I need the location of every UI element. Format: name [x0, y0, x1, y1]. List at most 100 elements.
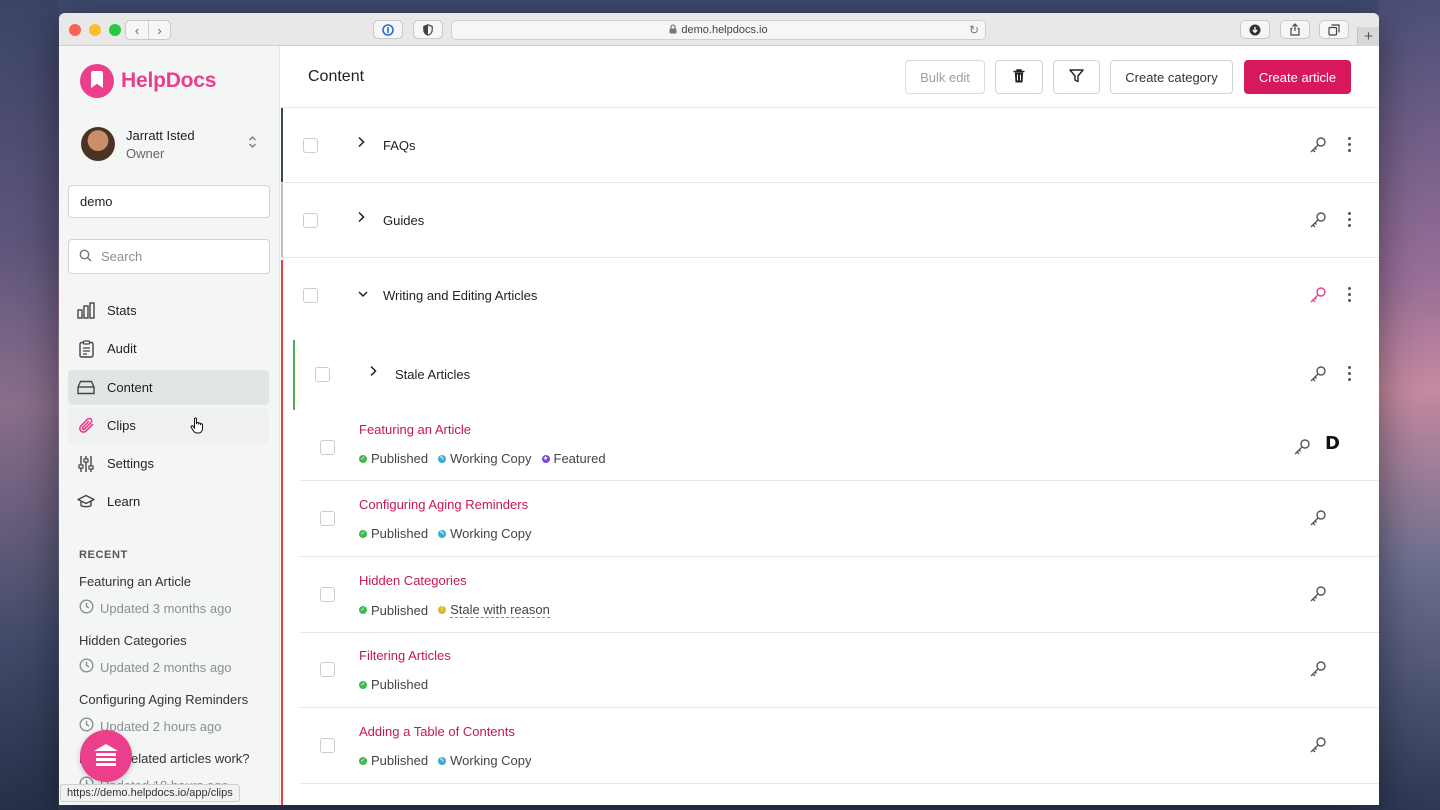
- chevron-right-icon[interactable]: [357, 211, 365, 226]
- key-icon[interactable]: [1309, 286, 1327, 304]
- key-icon[interactable]: [1309, 660, 1327, 678]
- delete-button[interactable]: [995, 60, 1043, 94]
- password-extension-icon[interactable]: [373, 20, 403, 39]
- reload-icon[interactable]: ↻: [969, 23, 979, 37]
- sidebar-item-clips[interactable]: Clips: [68, 407, 269, 443]
- article-row[interactable]: Filtering Articles ✓ Published: [300, 633, 1379, 708]
- address-bar[interactable]: demo.helpdocs.io ↻: [451, 20, 986, 40]
- help-widget-button[interactable]: [80, 730, 132, 782]
- key-icon[interactable]: [1309, 365, 1327, 383]
- article-title[interactable]: Filtering Articles: [359, 648, 451, 663]
- more-vertical-icon[interactable]: [1348, 366, 1352, 384]
- more-vertical-icon[interactable]: [1348, 137, 1352, 155]
- status-badge: ✓ Published: [359, 526, 428, 541]
- privacy-shield-icon[interactable]: [413, 20, 443, 39]
- chevron-down-icon[interactable]: [357, 286, 369, 301]
- row-checkbox[interactable]: [320, 662, 335, 677]
- article-row[interactable]: Adding a Table of Contents ✓ Published ✎ W…: [300, 708, 1379, 784]
- row-checkbox[interactable]: [303, 213, 318, 228]
- sidebar-item-label: Clips: [107, 417, 136, 433]
- category-row[interactable]: FAQs: [281, 108, 1379, 183]
- badge-label: Working Copy: [450, 451, 532, 466]
- subcategory-row[interactable]: Stale Articles: [293, 340, 1379, 410]
- sidebar-item-settings[interactable]: Settings: [68, 446, 269, 481]
- article-title[interactable]: Adding a Table of Contents: [359, 724, 515, 739]
- recent-item-time: Updated 3 months ago: [100, 600, 232, 616]
- sliders-icon: [77, 455, 95, 473]
- row-checkbox[interactable]: [320, 738, 335, 753]
- bulk-edit-button[interactable]: Bulk edit: [905, 60, 985, 94]
- row-checkbox[interactable]: [320, 440, 335, 455]
- forward-button[interactable]: ›: [148, 21, 170, 39]
- user-switcher[interactable]: Jarratt Isted Owner: [81, 126, 257, 162]
- category-row[interactable]: Guides: [281, 183, 1379, 258]
- key-icon[interactable]: [1309, 509, 1327, 527]
- knowledge-base-selector[interactable]: demo: [68, 185, 270, 218]
- badge-label: Published: [371, 602, 429, 618]
- category-color-bar: [293, 340, 295, 410]
- article-badges: ✓ Published ✎ Working Copy: [359, 753, 532, 768]
- zoom-window-button[interactable]: [109, 24, 121, 36]
- close-window-button[interactable]: [69, 24, 81, 36]
- new-tab-button[interactable]: +: [1357, 27, 1379, 46]
- chevron-right-icon[interactable]: [357, 136, 365, 151]
- badge-label[interactable]: Stale with reason: [450, 602, 550, 618]
- search-input[interactable]: Search: [68, 239, 270, 274]
- key-icon[interactable]: [1309, 136, 1327, 154]
- article-title[interactable]: Configuring Aging Reminders: [359, 497, 528, 512]
- category-label[interactable]: Guides: [383, 213, 424, 228]
- article-row[interactable]: Featuring an Article ✓ Published ✎ Working…: [300, 415, 1379, 481]
- key-icon[interactable]: [1309, 736, 1327, 754]
- more-vertical-icon[interactable]: [1348, 212, 1352, 230]
- category-label[interactable]: Writing and Editing Articles: [383, 288, 537, 303]
- category-row[interactable]: Writing and Editing Articles: [281, 258, 1379, 333]
- row-checkbox[interactable]: [303, 138, 318, 153]
- sidebar-item-learn[interactable]: Learn: [68, 484, 269, 519]
- row-checkbox[interactable]: [315, 367, 330, 382]
- recent-item-title: Hidden Categories: [79, 633, 187, 648]
- desktop-wallpaper-left: [0, 0, 58, 810]
- recent-item[interactable]: Featuring an Article Updated 3 months ag…: [79, 574, 269, 633]
- pencil-circle-icon: ✎: [438, 454, 447, 463]
- category-label[interactable]: Stale Articles: [395, 367, 470, 382]
- chevron-right-icon[interactable]: [369, 365, 377, 380]
- recent-item-time: Updated 2 hours ago: [100, 718, 222, 734]
- check-circle-icon: ✓: [359, 606, 367, 614]
- article-title[interactable]: Featuring an Article: [359, 422, 471, 437]
- recent-heading: RECENT: [79, 549, 128, 561]
- sidebar-item-content[interactable]: Content: [68, 369, 269, 405]
- article-row[interactable]: Hidden Categories ✓ Published ! Stale with…: [300, 557, 1379, 633]
- check-circle-icon: ✓: [359, 756, 367, 765]
- filter-button[interactable]: [1053, 60, 1100, 94]
- create-article-button[interactable]: Create article: [1244, 60, 1351, 94]
- more-vertical-icon[interactable]: [1348, 287, 1352, 305]
- share-icon[interactable]: [1280, 20, 1310, 39]
- create-category-button[interactable]: Create category: [1110, 60, 1233, 94]
- row-checkbox[interactable]: [303, 288, 318, 303]
- key-icon[interactable]: [1293, 438, 1311, 456]
- article-title[interactable]: Hidden Categories: [359, 573, 467, 588]
- recent-item[interactable]: Hidden Categories Updated 2 months ago: [79, 633, 269, 692]
- sidebar-item-audit[interactable]: Audit: [68, 331, 269, 366]
- tabs-overview-icon[interactable]: [1319, 20, 1349, 39]
- brand[interactable]: HelpDocs: [80, 64, 216, 98]
- bar-chart-icon: [77, 302, 95, 320]
- status-badge: ✓ Published: [359, 602, 428, 618]
- badge-label: Published: [371, 451, 429, 466]
- badge-label: Published: [371, 526, 429, 541]
- chevron-up-down-icon: [248, 135, 257, 150]
- key-icon[interactable]: [1309, 585, 1327, 603]
- key-icon[interactable]: [1309, 211, 1327, 229]
- sidebar-item-stats[interactable]: Stats: [68, 293, 269, 328]
- back-button[interactable]: ‹: [126, 21, 148, 39]
- minimize-window-button[interactable]: [89, 24, 101, 36]
- row-checkbox[interactable]: [320, 587, 335, 602]
- check-circle-icon: ✓: [359, 680, 367, 689]
- category-label[interactable]: FAQs: [383, 138, 416, 153]
- check-circle-icon: ✓: [359, 454, 367, 463]
- category-color-bar: [281, 108, 283, 182]
- inbox-icon: [77, 378, 95, 396]
- row-checkbox[interactable]: [320, 511, 335, 526]
- downloads-icon[interactable]: [1240, 20, 1270, 39]
- article-row[interactable]: Configuring Aging Reminders ✓ Published ✎…: [300, 481, 1379, 557]
